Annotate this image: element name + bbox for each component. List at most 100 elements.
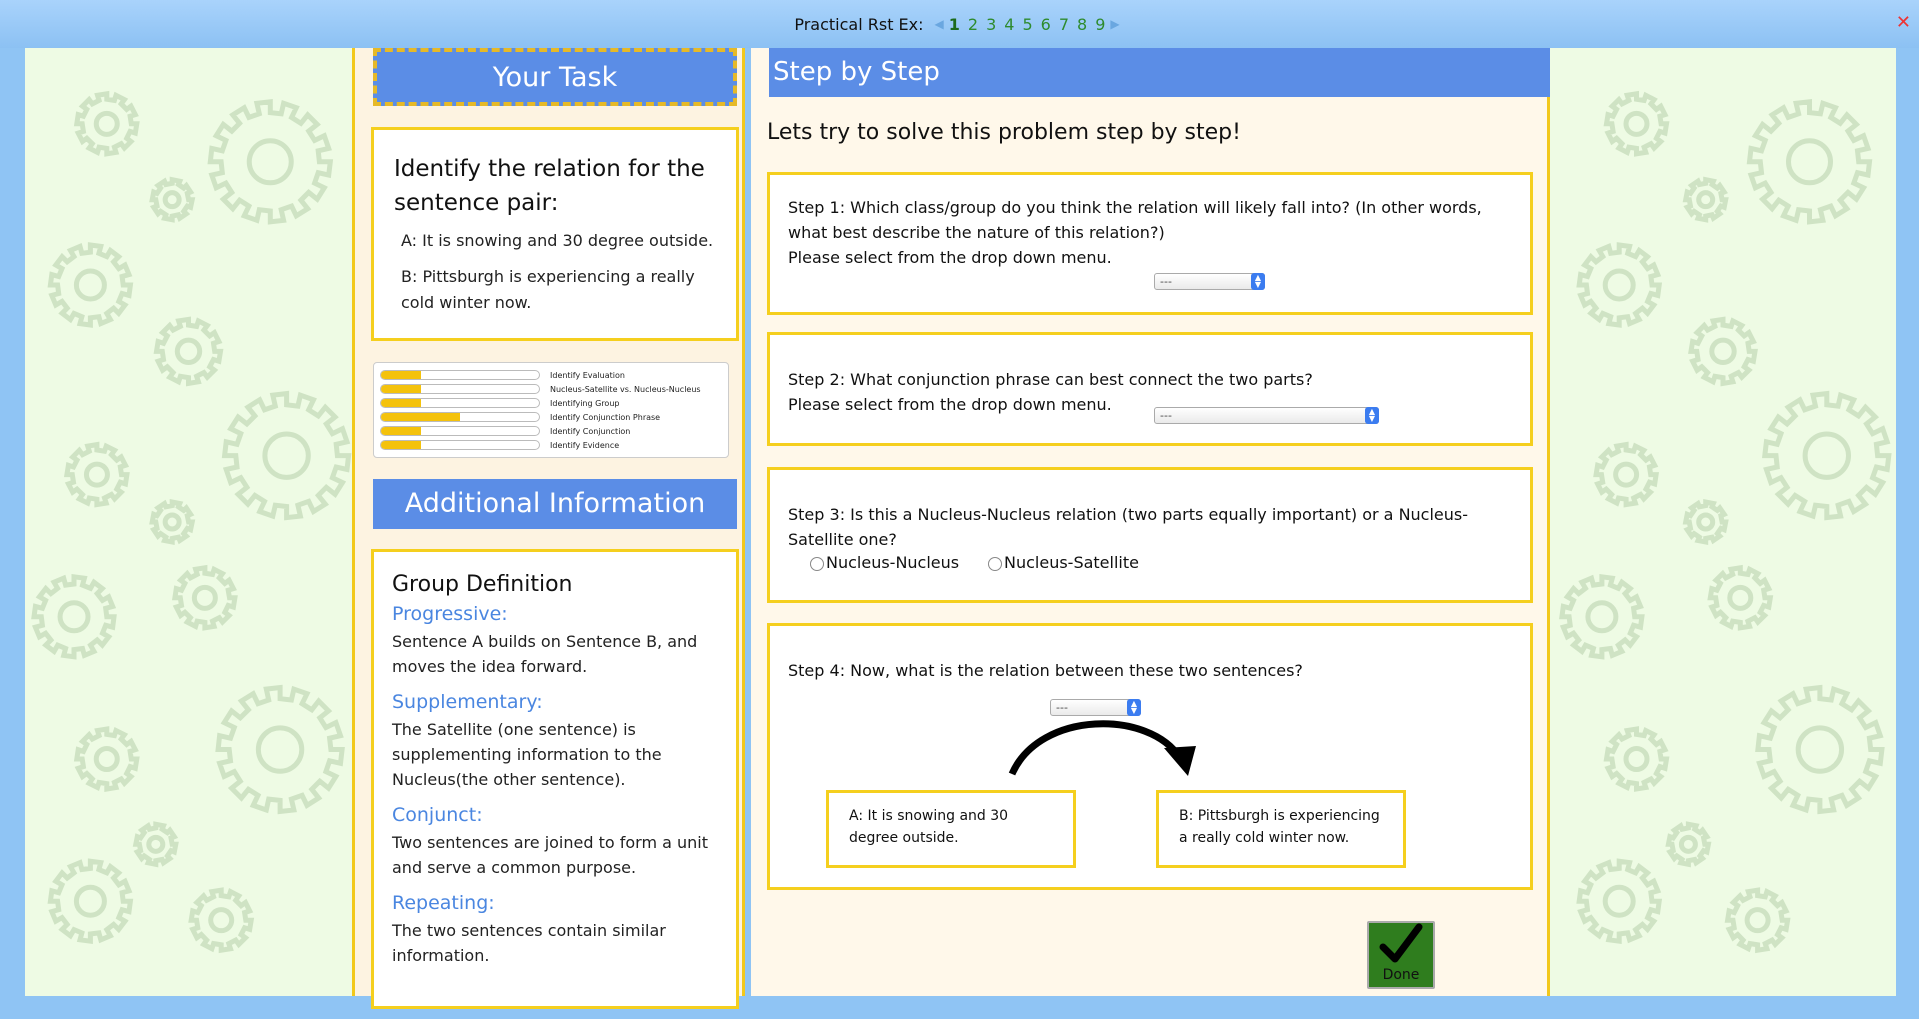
gear-hub-icon — [246, 138, 294, 186]
gear-icon — [1576, 858, 1663, 945]
page-link-9[interactable]: 9 — [1095, 15, 1105, 34]
checkmark-icon — [1379, 923, 1423, 963]
definition-term: Supplementary: — [392, 691, 543, 713]
progress-fill — [381, 427, 421, 435]
gear-hub-icon — [1623, 746, 1650, 772]
left-column: Your Task Identify the relation for the … — [352, 48, 745, 1009]
progress-fill — [381, 371, 421, 379]
progress-bar — [380, 370, 540, 380]
page-number-list: 123456789 — [949, 15, 1106, 34]
radio-nucleus-nucleus[interactable]: Nucleus-Nucleus — [810, 550, 959, 575]
gear-hub-icon — [146, 834, 166, 854]
relation-arrow-icon — [1008, 720, 1196, 776]
step-4-question: Step 4: Now, what is the relation betwee… — [788, 661, 1303, 680]
done-label: Done — [1382, 967, 1420, 983]
step-2-instruction: Please select from the drop down menu. — [788, 395, 1112, 414]
gear-icon — [31, 573, 117, 660]
step-2-conjunction-select[interactable]: --- ▲ ▼ — [1154, 407, 1379, 424]
gear-pattern — [1559, 90, 1892, 954]
page-link-4[interactable]: 4 — [1004, 15, 1014, 34]
step-1-group-select[interactable]: --- ▲ ▼ — [1154, 273, 1265, 290]
step-4-box: Step 4: Now, what is the relation betwee… — [767, 623, 1533, 890]
gear-icon — [1682, 498, 1729, 546]
additional-information-header: Additional Information — [373, 479, 737, 529]
page-link-5[interactable]: 5 — [1022, 15, 1032, 34]
radio-nucleus-satellite[interactable]: Nucleus-Satellite — [988, 550, 1139, 575]
step-4-select-value: --- — [1056, 701, 1068, 714]
definition-term: Repeating: — [392, 892, 495, 914]
gear-icon — [1682, 176, 1729, 223]
gear-hub-icon — [73, 884, 107, 918]
gear-icon — [149, 498, 196, 546]
gear-hub-icon — [1727, 584, 1754, 611]
gear-hub-icon — [1623, 110, 1650, 137]
gear-hub-icon — [1802, 431, 1851, 480]
gear-hub-icon — [1678, 834, 1698, 854]
step-3-question: Step 3: Is this a Nucleus-Nucleus relati… — [788, 505, 1469, 549]
progress-bar — [380, 440, 540, 450]
radio-nucleus-satellite-label: Nucleus-Satellite — [1004, 553, 1139, 572]
radio-button[interactable] — [988, 557, 1002, 571]
gear-icon — [1603, 726, 1670, 792]
gear-hub-icon — [1709, 337, 1737, 366]
step-4-relation-select[interactable]: --- ▲ ▼ — [1050, 699, 1141, 716]
gear-icon — [132, 821, 179, 868]
gear-icon — [1688, 316, 1758, 387]
gear-icon — [1724, 887, 1791, 954]
close-x-icon[interactable]: ✕ — [1896, 12, 1911, 33]
gear-hub-icon — [174, 337, 203, 366]
gear-hub-icon — [1613, 461, 1640, 488]
triangle-right-icon[interactable]: ▶ — [1110, 17, 1119, 31]
page-link-1[interactable]: 1 — [949, 15, 960, 34]
progress-fill — [381, 399, 421, 407]
gear-hub-icon — [1696, 512, 1716, 532]
gear-hub-icon — [162, 512, 182, 532]
gear-icon — [215, 684, 345, 815]
gear-icon — [207, 99, 334, 225]
page-link-7[interactable]: 7 — [1059, 15, 1069, 34]
gear-background-left — [25, 48, 352, 996]
chevron-updown-icon: ▲ ▼ — [1127, 699, 1141, 716]
step-3-box: Step 3: Is this a Nucleus-Nucleus relati… — [767, 467, 1533, 603]
step-1-select-value: --- — [1160, 275, 1172, 288]
triangle-left-icon[interactable]: ◀ — [935, 17, 944, 31]
gear-icon — [1603, 90, 1670, 157]
done-button[interactable]: Done — [1367, 921, 1435, 989]
gear-icon — [221, 390, 352, 521]
gear-icon — [63, 441, 130, 508]
gear-hub-icon — [1602, 268, 1636, 302]
gear-icon — [1559, 573, 1645, 660]
progress-row: Identify Evaluation — [380, 368, 722, 382]
gear-background-right — [1550, 48, 1896, 996]
gear-icon — [1755, 684, 1885, 815]
gear-hub-icon — [1585, 600, 1619, 634]
progress-label: Identify Evidence — [550, 440, 620, 450]
gear-hub-icon — [93, 746, 120, 772]
your-task-header: Your Task — [373, 48, 737, 106]
page-link-2[interactable]: 2 — [968, 15, 978, 34]
relation-sentence-b-box: B: Pittsburgh is experiencing a really c… — [1156, 790, 1406, 868]
radio-nucleus-nucleus-label: Nucleus-Nucleus — [826, 553, 960, 572]
gear-hub-icon — [1786, 138, 1833, 186]
progress-fill — [381, 413, 460, 421]
progress-row: Identify Conjunction Phrase — [380, 410, 722, 424]
step-2-question: Step 2: What conjunction phrase can best… — [788, 370, 1313, 389]
radio-button[interactable] — [810, 557, 824, 571]
gear-hub-icon — [1602, 884, 1636, 918]
gear-hub-icon — [1795, 725, 1845, 774]
progress-label: Nucleus-Satellite vs. Nucleus-Nucleus — [550, 384, 701, 394]
page-link-3[interactable]: 3 — [986, 15, 996, 34]
gear-icon — [1746, 99, 1873, 225]
progress-label: Identify Conjunction — [550, 426, 631, 436]
progress-row: Identify Evidence — [380, 438, 722, 452]
definition-list: Progressive: Sentence A builds on Sentenc… — [392, 603, 718, 968]
definition-term: Conjunct: — [392, 804, 483, 826]
progress-label: Identify Evaluation — [550, 370, 625, 380]
gear-hub-icon — [162, 190, 182, 210]
group-definition-box: Group Definition Progressive: Sentence A … — [371, 549, 739, 1009]
page-link-8[interactable]: 8 — [1077, 15, 1087, 34]
gear-hub-icon — [73, 268, 107, 302]
definition-description: Sentence A builds on Sentence B, and mov… — [392, 632, 698, 676]
exercise-nav-label: Practical Rst Ex: — [794, 14, 924, 34]
page-link-6[interactable]: 6 — [1041, 15, 1051, 34]
